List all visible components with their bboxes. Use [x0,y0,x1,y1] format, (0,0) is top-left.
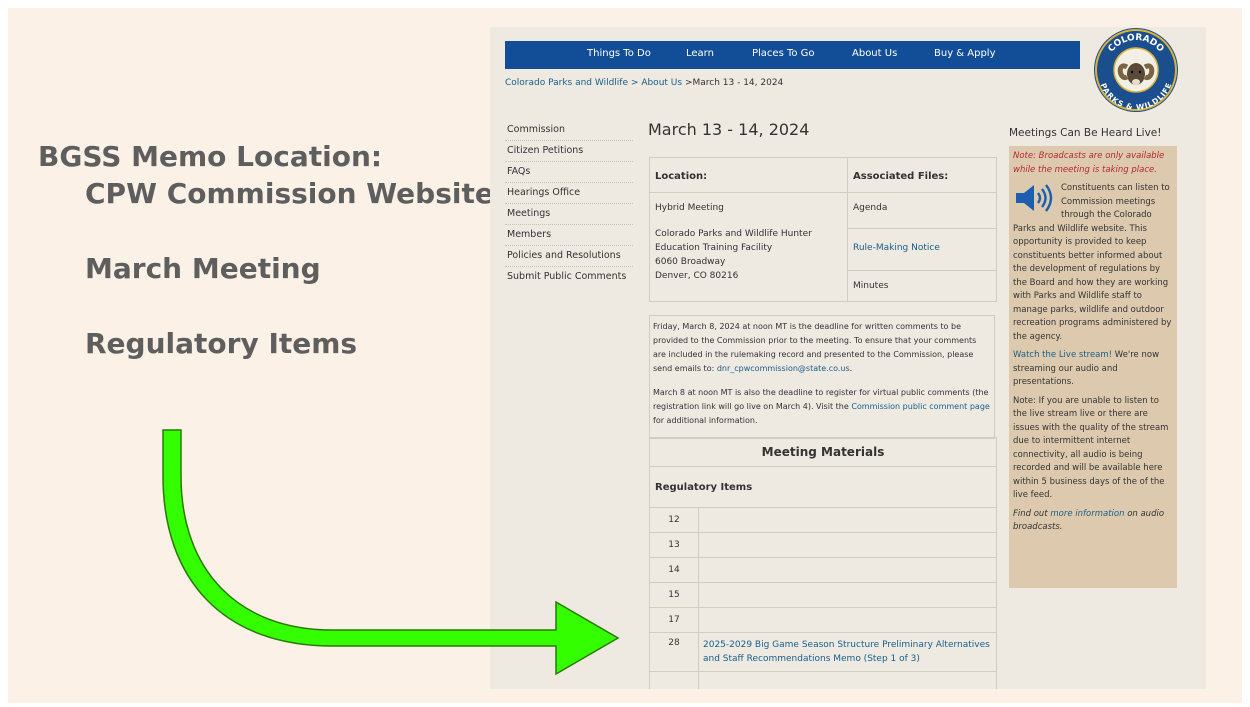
green-arrow-icon [162,429,620,676]
